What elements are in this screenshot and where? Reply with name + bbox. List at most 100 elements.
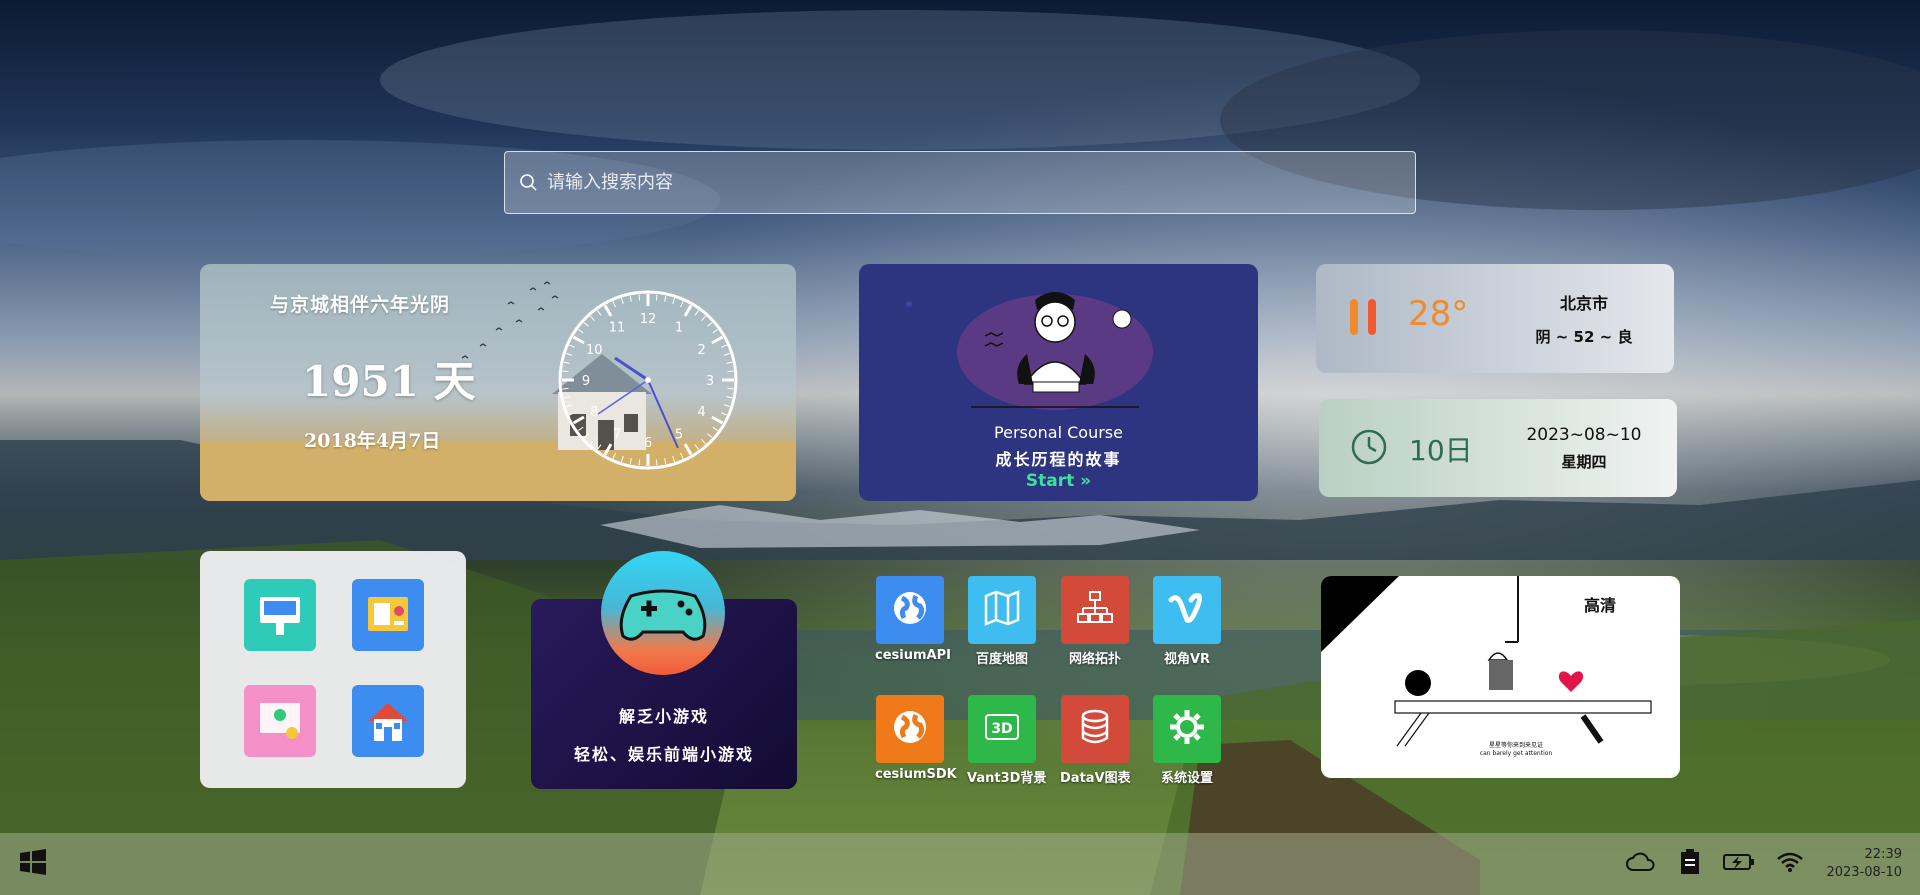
search-input[interactable] (547, 172, 1407, 193)
app-tile-background[interactable] (1061, 576, 1129, 644)
day-of-month: 10日 (1409, 434, 1473, 467)
clock-tick (590, 315, 595, 321)
weather-card[interactable]: 28° 北京市 阴 ~ 52 ~ 良 (1316, 264, 1674, 373)
clock-tick (707, 433, 713, 438)
app-tile-background[interactable]: 3D (968, 695, 1036, 763)
app-tile-4[interactable]: 视角VR (1152, 576, 1222, 667)
temperature: 28° (1408, 294, 1469, 334)
app-tile-3[interactable]: 网络拓扑 (1060, 576, 1130, 667)
database-icon (1075, 707, 1115, 751)
sketch-illustration-card[interactable]: 高清 星星等你来到来见证 can barely get attention (1321, 576, 1680, 778)
clock-number: 1 (675, 320, 683, 335)
app-tile-background[interactable] (1153, 576, 1221, 644)
thermometer-icon (1350, 299, 1376, 335)
taskbar-clock[interactable]: 22:39 2023-08-10 (1826, 846, 1902, 882)
clock-number: 7 (613, 428, 621, 443)
cloud-button[interactable] (1624, 845, 1658, 879)
app-tile-label: 视角VR (1163, 652, 1211, 667)
memorial-clock-card[interactable]: 12 1 2 3 4 5 6 7 8 9 10 11 与京城相伴六年光阴 1951 天 2018年4月… (200, 264, 796, 501)
clock-tick (672, 298, 676, 305)
clock-tick (563, 361, 570, 364)
app-tile-background[interactable] (1153, 695, 1221, 763)
clock-tick (727, 370, 734, 373)
quick-app-location[interactable] (244, 685, 316, 757)
app-tile-background[interactable] (1061, 695, 1129, 763)
battery-button[interactable] (1720, 845, 1758, 879)
app-tile-5[interactable]: cesiumSDK (875, 695, 957, 782)
app-tile-8[interactable]: 系统设置 (1152, 695, 1222, 786)
clock-number: 3 (706, 374, 714, 389)
app-tile-label: cesiumAPI (875, 648, 951, 663)
clock-number: 9 (582, 374, 590, 389)
wifi-button[interactable] (1773, 845, 1807, 879)
clock-tick (726, 396, 733, 399)
app-tile-background[interactable] (876, 695, 944, 763)
game-title: 解乏小游戏 (618, 707, 709, 726)
search-bar[interactable] (504, 151, 1416, 214)
app-tile-6[interactable]: 3D Vant3D背景 (967, 695, 1046, 786)
windows-logo-icon (20, 849, 46, 875)
clock-tick (638, 294, 641, 301)
monitor-icon (260, 597, 300, 635)
clock-number: 6 (644, 436, 652, 451)
search-icon (520, 173, 537, 191)
weekday: 星期四 (1561, 453, 1607, 471)
days-counter: 1951 天 (302, 357, 476, 406)
clock-tick (711, 415, 724, 425)
clock-number: 2 (698, 343, 706, 358)
clock-tick (597, 310, 602, 316)
personal-course-card[interactable]: Personal Course 成长历程的故事 Start » (859, 264, 1258, 501)
app-tile-1[interactable]: cesiumAPI (875, 576, 951, 663)
clock-icon (1351, 429, 1387, 465)
clipboard-button[interactable] (1673, 845, 1707, 879)
clock-tick (562, 370, 569, 373)
clock-tick (694, 310, 699, 316)
app-tile-background[interactable] (968, 576, 1036, 644)
start-label: Start (1025, 471, 1075, 491)
date-card[interactable]: 10日 2023~08~10 星期四 (1319, 399, 1677, 497)
clock-number: 5 (675, 428, 683, 443)
app-tile-2[interactable]: 百度地图 (967, 576, 1037, 667)
app-tile-label: DataV图表 (1060, 771, 1131, 786)
start-date: 2018年4月7日 (304, 430, 441, 452)
app-tile-label: 百度地图 (975, 652, 1028, 667)
app-tile-7[interactable]: DataV图表 (1060, 695, 1131, 786)
app-tile-background[interactable] (876, 576, 944, 644)
quick-apps-panel (200, 551, 466, 788)
taskbar: 22:39 2023-08-10 (0, 833, 1920, 895)
clock-tick (726, 361, 733, 364)
quick-app-monitor[interactable] (244, 579, 316, 651)
app-tile-label: cesiumSDK (875, 767, 957, 782)
clock-number: 12 (640, 312, 657, 327)
3d-icon: 3D (982, 707, 1022, 751)
clock-tick (612, 301, 616, 308)
game-badge[interactable] (601, 551, 725, 675)
clock-tick (707, 322, 713, 327)
quick-app-home[interactable] (352, 685, 424, 757)
app-tile-label: 网络拓扑 (1068, 652, 1121, 667)
clock-tick (655, 459, 658, 466)
map-pin-screen-icon (260, 703, 300, 739)
clock-tick (720, 344, 727, 348)
clock-tick (664, 295, 667, 302)
house-drawing (552, 354, 652, 450)
start-button[interactable] (18, 845, 48, 879)
clock-number: 10 (586, 343, 603, 358)
taskbar-date: 2023-08-10 (1826, 865, 1902, 880)
quick-app-dashboard[interactable] (352, 579, 424, 651)
clock-tick (638, 459, 641, 466)
clock-tick (712, 329, 718, 334)
clock-tick (655, 294, 658, 301)
clock-tick (712, 426, 718, 431)
battery-charging-icon (1723, 854, 1754, 870)
globe-icon (890, 588, 930, 632)
start-link[interactable]: Start » (859, 471, 1258, 491)
gear-icon (1167, 707, 1207, 751)
clipboard-icon (1681, 849, 1699, 874)
clock-number: 8 (590, 405, 598, 420)
memorial-title: 与京城相伴六年光阴 (270, 294, 451, 316)
gamepad-icon (619, 589, 707, 641)
sketch-caption-en: can barely get attention (1479, 750, 1553, 757)
birds-decoration (461, 281, 559, 359)
clock-tick (572, 335, 585, 345)
